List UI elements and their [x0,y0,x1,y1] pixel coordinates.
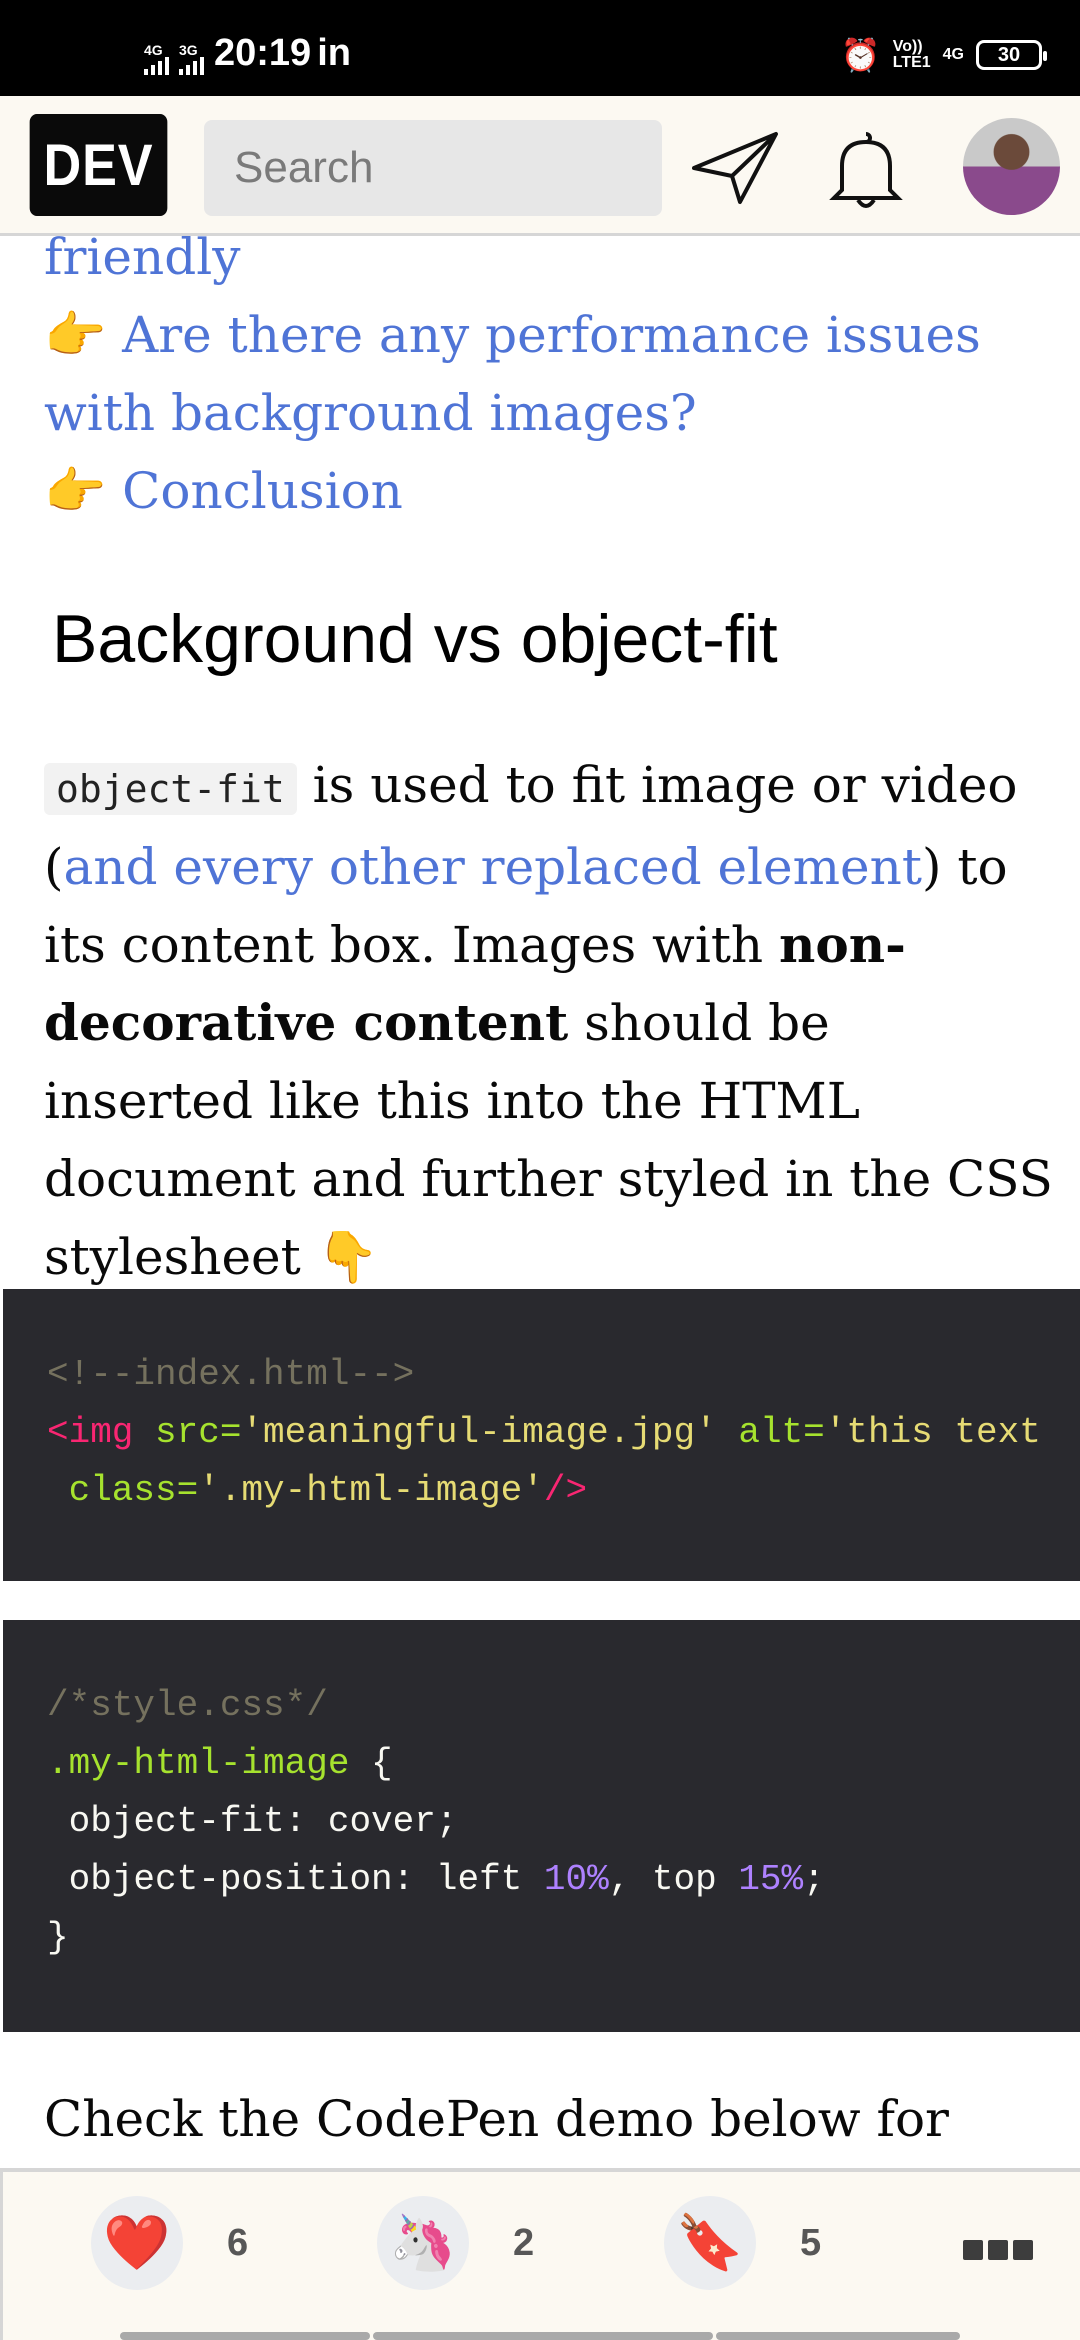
code-selector: .my-html-image [47,1743,350,1784]
bookmark-count: 5 [800,2221,822,2264]
bookmark-icon: 🔖 [664,2196,756,2290]
code-text: { [349,1743,393,1784]
code-tag: <img [47,1412,134,1453]
code-comment: <!--index.html--> [47,1354,415,1395]
like-count: 6 [227,2221,249,2264]
reaction-bar: ❤️ 6 🦄 2 🔖 5 [0,2168,1080,2340]
code-block-css: /*style.css*/ .my-html-image { object-fit… [3,1620,1080,2032]
article-paragraph: object-fit is used to fit image or video… [44,746,1054,1296]
battery-icon: 30 [976,40,1047,70]
search-input[interactable] [204,120,662,216]
heart-icon: ❤️ [91,2196,183,2290]
volte-label: Vo)) [892,38,923,55]
scroll-indicator [716,2332,960,2340]
code-tag: /> [543,1470,588,1511]
unicorn-icon: 🦄 [377,2196,469,2290]
code-text: object-fit: cover; [47,1801,458,1842]
signal-sim2-icon: 3G [179,43,204,75]
toc-link[interactable]: Conclusion [122,462,403,520]
code-number: 10% [543,1859,609,1900]
code-number: 15% [738,1859,804,1900]
code-text: , top [608,1859,739,1900]
replaced-element-link[interactable]: and every other replaced element [64,838,922,896]
volte-indicator: Vo)) LTE1 [893,39,931,71]
toc-link[interactable]: friendly [44,228,240,286]
code-text: } [47,1917,69,1958]
code-string: 'meaningful-image.jpg' [241,1412,717,1453]
code-string: '.my-html-image' [198,1470,544,1511]
avatar[interactable] [963,118,1060,215]
table-of-contents: friendly 👉 Are there any performance iss… [44,218,981,530]
signal-sim1-icon: 4G [144,43,169,75]
scroll-indicator [373,2332,713,2340]
unicorn-count: 2 [513,2221,535,2264]
battery-level: 30 [997,43,1021,66]
pointing-right-icon: 👉 [44,462,107,520]
pointing-right-icon: 👉 [44,306,107,364]
toc-link[interactable]: Are there any performance issues [122,306,981,364]
lte-label: LTE1 [892,54,931,71]
inline-code: object-fit [44,763,297,815]
more-options-icon[interactable] [963,2240,1033,2260]
bookmark-button[interactable]: 🔖 5 [664,2196,821,2290]
send-icon[interactable] [690,128,780,208]
code-block-html: <!--index.html--> <img src='meaningful-im… [3,1289,1080,1581]
bell-icon[interactable] [828,128,904,210]
top-nav: DEV [0,96,1080,236]
sim1-label: 4G [144,42,163,58]
code-comment: /*style.css*/ [47,1685,328,1726]
code-attr: src= [133,1412,242,1453]
like-button[interactable]: ❤️ 6 [91,2196,248,2290]
toc-link[interactable]: with background images? [44,384,697,442]
carrier-suffix: in [317,32,351,74]
status-bar: 4G 3G 20:19 in ⏰ Vo)) LTE1 4G 30 [0,0,1080,96]
scroll-indicator [120,2332,370,2340]
sim2-label: 3G [179,42,198,58]
code-text: ; [803,1859,825,1900]
article-paragraph: Check the CodePen demo below for [44,2090,949,2148]
code-attr: class= [47,1470,199,1511]
code-attr: alt= [716,1412,825,1453]
pointing-down-icon: 👇 [316,1228,379,1286]
network-type: 4G [942,46,964,63]
code-string: 'this text [824,1412,1041,1453]
code-text: object-position: left [47,1859,544,1900]
clock: 20:19 [214,32,312,74]
section-heading: Background vs object-fit [52,601,778,677]
alarm-icon: ⏰ [840,37,881,73]
unicorn-button[interactable]: 🦄 2 [377,2196,534,2290]
dev-logo[interactable]: DEV [29,114,168,216]
